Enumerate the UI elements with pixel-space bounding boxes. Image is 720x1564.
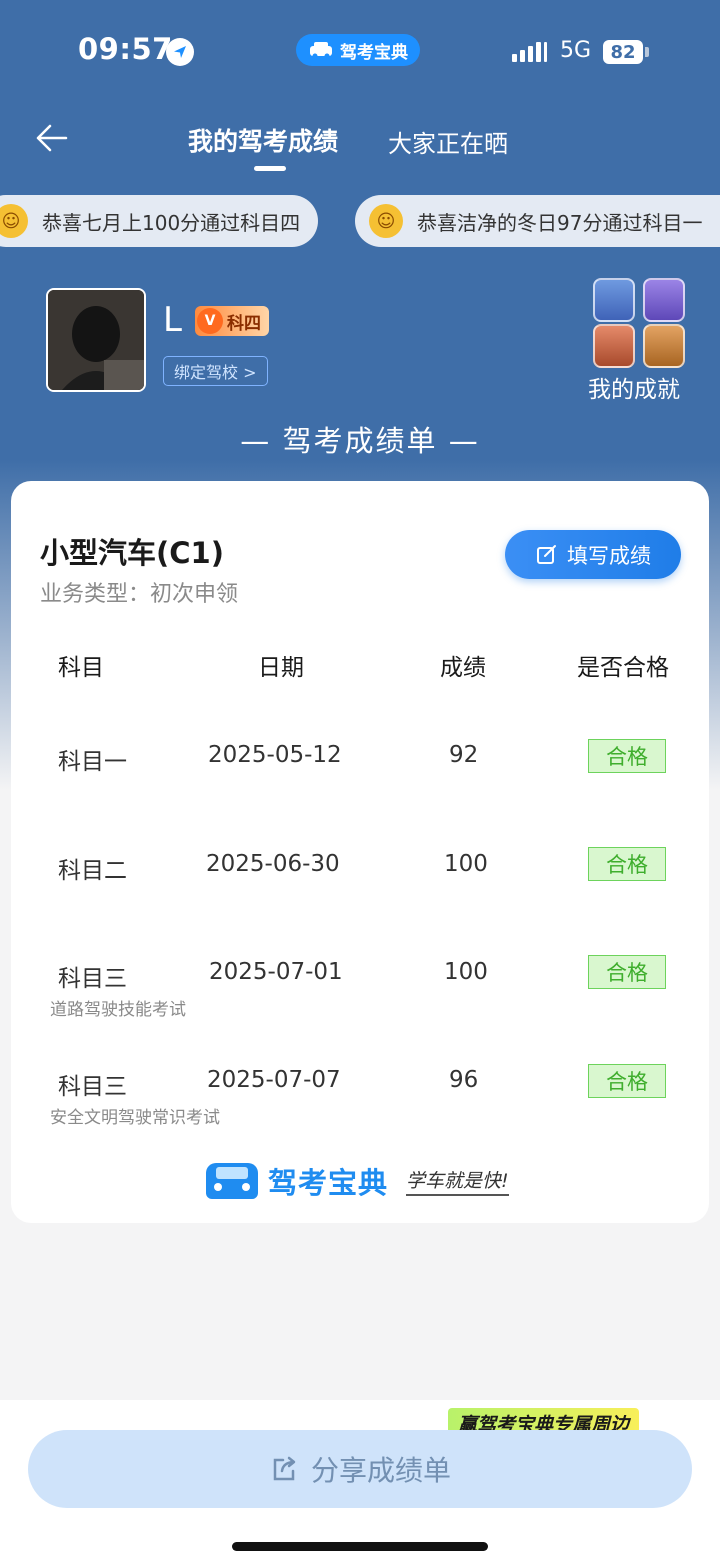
party-emoji-icon: ☺ <box>369 204 403 238</box>
tab-my-scores[interactable]: 我的驾考成绩 <box>188 122 338 158</box>
pass-badge: 合格 <box>588 1064 666 1098</box>
brand-name: 驾考宝典 <box>268 1166 389 1200</box>
row-subject: 科目三 <box>58 1074 127 1100</box>
edit-icon <box>537 544 556 564</box>
ticker-item: ☺ 恭喜七月上100分通过科目四 <box>0 195 318 247</box>
share-icon <box>273 1456 296 1481</box>
share-score-button[interactable]: 分享成绩单 <box>28 1430 692 1508</box>
level-badge-label: 科四 <box>227 313 261 334</box>
app-indicator-pill: 驾考宝典 <box>296 34 420 66</box>
row-score: 100 <box>444 851 488 877</box>
app-pill-label: 驾考宝典 <box>340 42 408 63</box>
pass-badge: 合格 <box>588 847 666 881</box>
row-date: 2025-07-07 <box>207 1067 341 1093</box>
row-subject: 科目一 <box>58 749 127 775</box>
avatar[interactable] <box>46 288 146 392</box>
brand-footer: 驾考宝典 学车就是快! <box>206 1160 509 1202</box>
row-note: 道路驾驶技能考试 <box>50 1000 186 1020</box>
share-label: 分享成绩单 <box>310 1454 451 1487</box>
tab-active-indicator <box>254 166 286 171</box>
home-indicator <box>232 1542 488 1551</box>
achievements-label[interactable]: 我的成就 <box>588 370 680 404</box>
car-icon <box>310 42 332 59</box>
row-subject: 科目三 <box>58 966 127 992</box>
row-score: 96 <box>449 1067 479 1093</box>
back-arrow-icon[interactable] <box>34 120 70 156</box>
ticker-text: 恭喜七月上100分通过科目四 <box>42 210 301 235</box>
bind-school-button[interactable]: 绑定驾校 > <box>163 356 268 386</box>
row-note: 安全文明驾驶常识考试 <box>50 1108 220 1128</box>
ticker-item: ☺ 恭喜洁净的冬日97分通过科目一 <box>355 195 720 247</box>
battery-icon: 82 <box>603 40 643 64</box>
emoji-icon: ☺ <box>0 204 28 238</box>
fill-score-label: 填写成绩 <box>567 543 651 568</box>
medal-red-icon <box>593 324 635 368</box>
header-score: 成绩 <box>440 655 486 681</box>
car-type: 小型汽车(C1) <box>40 536 224 570</box>
medal-bronze-icon <box>643 324 685 368</box>
fill-score-button[interactable]: 填写成绩 <box>505 530 681 579</box>
pass-badge: 合格 <box>588 739 666 773</box>
tab-everyone-sharing[interactable]: 大家正在晒 <box>388 124 508 159</box>
row-date: 2025-06-30 <box>206 851 340 877</box>
row-subject: 科目二 <box>58 858 127 884</box>
header-passed: 是否合格 <box>577 655 669 681</box>
business-type: 业务类型：初次申领 <box>40 582 239 607</box>
row-score: 100 <box>444 959 488 985</box>
level-badge: V 科四 <box>195 306 269 336</box>
signal-icon <box>512 42 547 62</box>
medal-blue-icon <box>593 278 635 322</box>
v-badge-icon: V <box>197 308 223 334</box>
battery-tip <box>645 47 649 57</box>
username: L <box>163 300 182 340</box>
location-arrow-icon <box>166 38 194 66</box>
brand-slogan: 学车就是快! <box>406 1166 509 1196</box>
medal-purple-icon <box>643 278 685 322</box>
row-date: 2025-07-01 <box>209 959 343 985</box>
network-type: 5G <box>560 38 592 63</box>
header-subject: 科目 <box>58 655 104 681</box>
status-time: 09:57 <box>78 32 173 66</box>
section-title: — 驾考成绩单 — <box>240 424 480 458</box>
row-score: 92 <box>449 742 479 768</box>
ticker-text: 恭喜洁净的冬日97分通过科目一 <box>417 210 703 235</box>
header-date: 日期 <box>258 655 304 681</box>
pass-badge: 合格 <box>588 955 666 989</box>
brand-car-icon <box>206 1163 258 1199</box>
row-date: 2025-05-12 <box>208 742 342 768</box>
